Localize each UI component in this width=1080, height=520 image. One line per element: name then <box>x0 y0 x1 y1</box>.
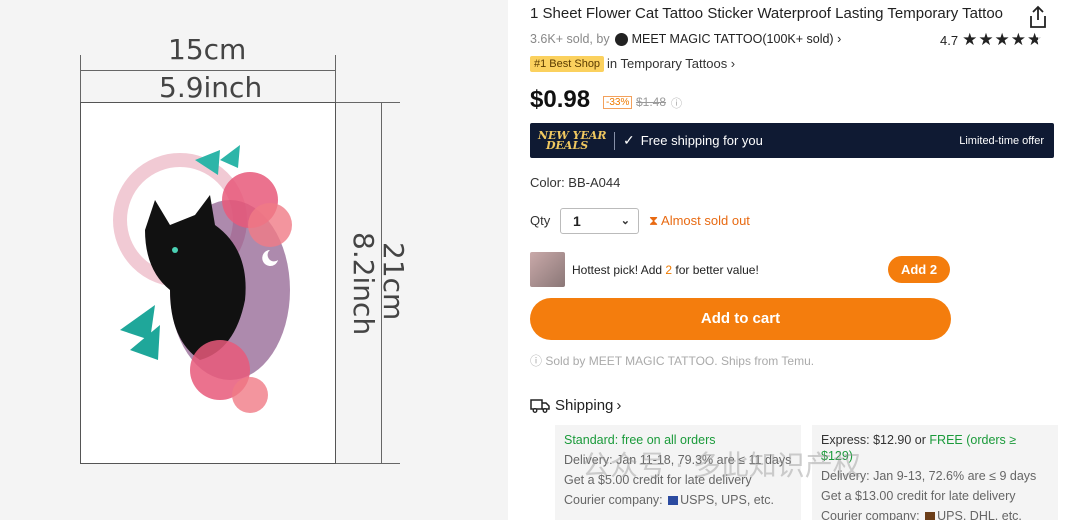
width-cm-label: 15cm <box>168 33 247 66</box>
express-shipping-title: Express: $12.90 or FREE (orders ≥ $129) <box>821 432 1049 464</box>
express-shipping-card[interactable]: Express: $12.90 or FREE (orders ≥ $129) … <box>812 425 1058 520</box>
stock-status: ⧗ Almost sold out <box>649 213 750 229</box>
courier-list: USPS, UPS, etc. <box>680 493 774 507</box>
check-icon: ✓ <box>623 132 635 148</box>
upsell-text-after: for better value! <box>672 263 759 277</box>
sold-and-shop-line: 3.6K+ sold, by MEET MAGIC TATTOO(100K+ s… <box>530 32 841 46</box>
qty-label: Qty <box>530 213 551 228</box>
courier-label: Courier company: <box>564 493 663 507</box>
stock-status-text: Almost sold out <box>661 213 750 228</box>
chevron-right-icon: › <box>837 32 842 46</box>
express-couriers: Courier company: UPS, DHL, etc. <box>821 508 1049 520</box>
add-2-button[interactable]: Add 2 <box>888 256 950 283</box>
shipping-heading-text: Shipping <box>555 397 614 414</box>
express-price: Express: $12.90 or <box>821 433 930 447</box>
new-year-deals-logo: NEW YEAR DEALS <box>538 130 608 152</box>
info-circle-icon: ⓘ <box>530 354 546 368</box>
shop-name: MEET MAGIC TATTOO(100K+ sold) <box>631 32 834 46</box>
shipping-heading[interactable]: Shipping › <box>530 397 621 414</box>
standard-shipping-card[interactable]: Standard: free on all orders Delivery: J… <box>555 425 801 520</box>
truck-icon <box>530 399 550 413</box>
add-to-cart-button[interactable]: Add to cart <box>530 298 951 340</box>
quantity-value: 1 <box>573 213 581 229</box>
limited-offer-text: Limited-time offer <box>959 134 1044 147</box>
courier-list: UPS, DHL, etc. <box>937 509 1022 520</box>
shop-link[interactable]: MEET MAGIC TATTOO(100K+ sold) › <box>632 32 842 46</box>
current-price: $0.98 <box>530 86 591 113</box>
product-image-panel[interactable]: 15cm 5.9inch 21cm 8.2inch <box>0 0 508 520</box>
info-icon[interactable]: ⓘ <box>671 95 682 111</box>
standard-couriers: Courier company: USPS, UPS, etc. <box>564 492 792 508</box>
divider <box>614 131 615 150</box>
sold-count: 3.6K+ sold, by <box>530 32 610 46</box>
best-shop-badge: #1 Best Shop <box>530 56 605 72</box>
width-inch-label: 5.9inch <box>159 71 263 104</box>
courier-label: Courier company: <box>821 509 920 520</box>
standard-delivery: Delivery: Jan 11-18, 79.3% are ≤ 11 days <box>564 453 792 467</box>
upsell-text: Hottest pick! Add 2 for better value! <box>572 263 759 277</box>
free-shipping-text: Free shipping for you <box>640 133 763 148</box>
star-rating-icons: ★★★★★ <box>962 30 1044 49</box>
discount-badge: -33% <box>603 96 633 109</box>
quantity-select[interactable]: 1 ⌄ <box>560 208 639 234</box>
height-inch-label: 8.2inch <box>347 232 380 336</box>
sold-by-label: Sold by MEET MAGIC TATTOO. Ships from Te… <box>545 354 815 368</box>
upsell-text-before: Hottest pick! Add <box>572 263 666 277</box>
best-shop-category-link[interactable]: in Temporary Tattoos › <box>607 56 735 71</box>
standard-shipping-title: Standard: free on all orders <box>564 433 716 447</box>
original-price: $1.48 <box>636 95 667 109</box>
upsell-thumbnail <box>530 252 565 287</box>
width-tick-right <box>335 55 336 103</box>
rating-value: 4.7 <box>940 32 959 48</box>
product-title: 1 Sheet Flower Cat Tattoo Sticker Waterp… <box>530 5 1004 22</box>
free-shipping-banner: NEW YEAR DEALS ✓ Free shipping for you L… <box>530 123 1054 158</box>
ups-logo-icon <box>925 512 936 520</box>
width-tick-left <box>80 55 81 103</box>
color-selection: Color: BB-A044 <box>530 175 621 190</box>
share-icon[interactable] <box>1027 5 1049 29</box>
flower-cat-tattoo-artwork <box>113 145 292 413</box>
usps-logo-icon <box>668 496 679 505</box>
promo-line-2: DEALS <box>546 138 589 152</box>
rating[interactable]: 4.7 ★★★★★ <box>940 30 1043 50</box>
express-delivery: Delivery: Jan 9-13, 72.6% are ≤ 9 days <box>821 469 1037 483</box>
sold-by-text: ⓘ Sold by MEET MAGIC TATTOO. Ships from … <box>530 352 814 369</box>
express-credit: Get a $13.00 credit for late delivery <box>821 489 1016 503</box>
height-cm-label: 21cm <box>377 242 410 321</box>
chevron-down-icon: ⌄ <box>620 215 630 227</box>
shop-logo-icon <box>614 32 628 46</box>
standard-credit: Get a $5.00 credit for late delivery <box>564 473 752 487</box>
hourglass-icon: ⧗ <box>649 213 659 228</box>
chevron-right-icon: › <box>616 397 622 414</box>
